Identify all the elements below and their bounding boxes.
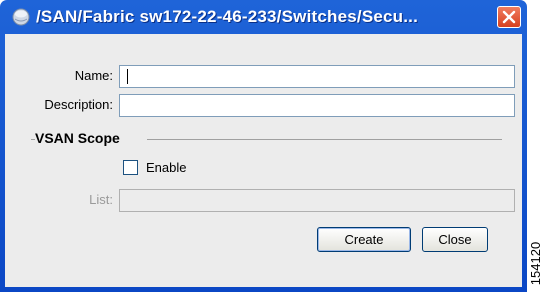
text-caret xyxy=(127,69,128,84)
section-divider-right xyxy=(147,139,502,140)
name-input[interactable] xyxy=(119,65,515,88)
vsan-scope-title: VSAN Scope xyxy=(35,130,120,146)
list-label: List: xyxy=(89,192,113,207)
enable-checkbox[interactable] xyxy=(123,160,138,175)
description-label: Description: xyxy=(44,97,113,112)
dialog-body: Name: Description: VSAN Scope Enable Lis… xyxy=(5,34,522,287)
figure-id-label: 154120 xyxy=(528,240,548,290)
window-title: /SAN/Fabric sw172-22-46-233/Switches/Sec… xyxy=(36,7,419,26)
enable-label[interactable]: Enable xyxy=(146,160,186,175)
dialog-window: /SAN/Fabric sw172-22-46-233/Switches/Sec… xyxy=(0,0,527,292)
create-button[interactable]: Create xyxy=(317,227,411,252)
name-label: Name: xyxy=(74,68,113,83)
close-icon xyxy=(502,10,516,24)
title-bar[interactable]: /SAN/Fabric sw172-22-46-233/Switches/Sec… xyxy=(0,0,527,34)
close-window-button[interactable] xyxy=(497,6,521,28)
description-input[interactable] xyxy=(119,94,515,117)
list-input xyxy=(119,189,515,212)
close-button[interactable]: Close xyxy=(422,227,488,252)
app-globe-icon xyxy=(12,8,30,26)
figure-id-text: 154120 xyxy=(528,241,544,286)
